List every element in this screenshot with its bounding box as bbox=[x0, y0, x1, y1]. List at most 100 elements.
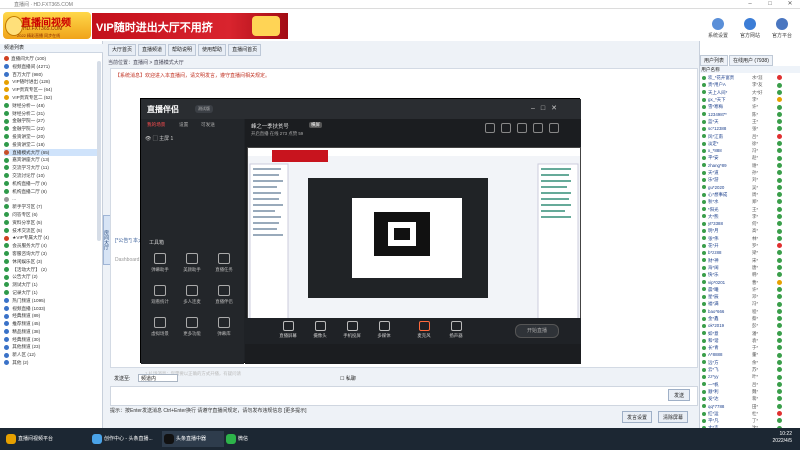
channel-item[interactable]: 视频直播间 (4271) bbox=[4, 63, 101, 71]
tool-item[interactable]: 美颜助手 bbox=[177, 253, 207, 279]
channel-item[interactable]: 精品频道 (38) bbox=[4, 328, 101, 336]
message-input[interactable] bbox=[110, 386, 698, 406]
vip-banner[interactable]: VIP随时进出大厅不用挤 bbox=[92, 13, 288, 39]
user-row[interactable]: 海*阔 唐* bbox=[700, 264, 800, 271]
settings-icon[interactable] bbox=[549, 123, 559, 133]
user-row[interactable]: 如*意 潘* bbox=[700, 329, 800, 336]
user-row[interactable]: gx_*天下 李* bbox=[700, 96, 800, 103]
user-row[interactable]: bao*666 程* bbox=[700, 308, 800, 315]
channel-item[interactable]: 热门频道 (1095) bbox=[4, 297, 101, 305]
user-row[interactable]: x_*888 冯* bbox=[700, 147, 800, 154]
share-icon[interactable] bbox=[501, 123, 511, 133]
user-row[interactable]: 平*凡 丁* bbox=[700, 417, 800, 424]
tool-item[interactable]: 直播伴侣 bbox=[209, 285, 239, 311]
user-row[interactable]: 福*满 冯* bbox=[700, 300, 800, 307]
user-row[interactable]: 贵*用户A 李*友 bbox=[700, 81, 800, 88]
tool-item[interactable]: 更多功能 bbox=[177, 317, 207, 343]
user-row[interactable]: 心*想事成 周* bbox=[700, 191, 800, 198]
media-button[interactable]: 多媒体 bbox=[371, 321, 397, 339]
screen-capture-button[interactable]: 直播屏幕 bbox=[275, 321, 301, 339]
phone-cast-button[interactable]: 手机投屏 bbox=[339, 321, 365, 339]
user-row[interactable]: 张*伟 林* bbox=[700, 235, 800, 242]
user-row[interactable]: 晨*曦 许* bbox=[700, 286, 800, 293]
user-row[interactable]: vip*0201 曹* bbox=[700, 278, 800, 285]
channel-item[interactable]: 其他频道 (23) bbox=[4, 343, 101, 351]
channel-item[interactable]: 测试大厅 (1) bbox=[4, 281, 101, 289]
tab-my-scenes[interactable]: 我的场景 bbox=[147, 122, 165, 128]
channel-item[interactable]: 新人区 (12) bbox=[4, 351, 101, 359]
channel-item[interactable]: 资料分享区 (5) bbox=[4, 219, 101, 227]
user-row[interactable]: 发*达 蒋* bbox=[700, 395, 800, 402]
private-chat-checkbox[interactable]: ☐ 私聊 bbox=[340, 375, 356, 382]
tab-hall-home[interactable]: 大厅首页 bbox=[108, 44, 137, 56]
channel-item[interactable]: 问答专区 (6) bbox=[4, 211, 101, 219]
tab-live-channel[interactable]: 直播频道 bbox=[138, 44, 167, 56]
user-row[interactable]: 远*方 余* bbox=[700, 359, 800, 366]
channel-item[interactable]: 休闲娱乐区 (3) bbox=[4, 258, 101, 266]
tool-item[interactable]: 弹幕助手 bbox=[145, 253, 175, 279]
channel-item[interactable]: VIP贵宾专区二 (52) bbox=[4, 94, 101, 102]
channel-item[interactable]: 金融学院一 (27) bbox=[4, 117, 101, 125]
user-row[interactable]: 云*飞 苏* bbox=[700, 366, 800, 373]
channel-item[interactable]: 经典频道 (30) bbox=[4, 336, 101, 344]
user-row[interactable]: b*zz88 梁* bbox=[700, 249, 800, 256]
camera-button[interactable]: 摄像头 bbox=[307, 321, 333, 339]
tool-item[interactable]: 弹幕库 bbox=[209, 317, 239, 343]
channel-item[interactable]: 直播模式大厅 (65) bbox=[4, 148, 101, 157]
taskbar-item[interactable]: 创作中心 - 头条直播... bbox=[90, 431, 166, 447]
channel-item[interactable]: 投资讲堂一 (20) bbox=[4, 133, 101, 141]
channel-item[interactable]: 【活动大厅】 (2) bbox=[4, 266, 101, 274]
speaker-button[interactable]: 扬声器 bbox=[443, 321, 469, 339]
user-row[interactable]: 快*乐 韩* bbox=[700, 271, 800, 278]
channel-item[interactable]: 视频直播 (1033) bbox=[4, 305, 101, 313]
user-row[interactable]: yt*3388 何* bbox=[700, 220, 800, 227]
channel-item[interactable]: 机构直播一厅 (9) bbox=[4, 180, 101, 188]
channel-item[interactable]: 投资讲堂二 (18) bbox=[4, 141, 101, 149]
user-row[interactable]: 红*运 杜* bbox=[700, 410, 800, 417]
scene-item[interactable]: 👁 ▢ 主屏 1 bbox=[145, 135, 173, 142]
send-target-select[interactable]: 频道内 bbox=[138, 374, 178, 382]
platform-button[interactable]: 官方平台 bbox=[768, 18, 796, 42]
user-row[interactable]: 乐*游 刘* bbox=[700, 176, 800, 183]
tool-item[interactable]: 虚拟场景 bbox=[145, 317, 175, 343]
taskbar-item[interactable]: 头条直播中器 bbox=[162, 431, 224, 447]
website-button[interactable]: 官方网站 bbox=[736, 18, 764, 42]
clear-screen-button[interactable]: 清除屏幕 bbox=[658, 411, 688, 423]
tool-item[interactable]: 观看统计 bbox=[145, 285, 175, 311]
user-row[interactable]: 花*开 罗* bbox=[700, 242, 800, 249]
send-button[interactable]: 发送 bbox=[668, 389, 690, 401]
message-icon[interactable] bbox=[517, 123, 527, 133]
channel-item[interactable]: 交流讨论厅 (10) bbox=[4, 172, 101, 180]
channel-item[interactable]: 推荐频道 (45) bbox=[4, 320, 101, 328]
channel-item[interactable]: 财经分析二 (31) bbox=[4, 110, 101, 118]
user-row[interactable]: qq*7788 田* bbox=[700, 402, 800, 409]
channel-item[interactable]: VIP随时进出 (128) bbox=[4, 78, 101, 86]
maximize-button[interactable]: □ bbox=[760, 0, 780, 9]
microphone-button[interactable]: 麦克风 bbox=[411, 321, 437, 339]
user-row[interactable]: 金*鑫 蔡* bbox=[700, 315, 800, 322]
user-row[interactable]: gu*2020 吴* bbox=[700, 183, 800, 190]
channel-item[interactable]: ... bbox=[4, 195, 101, 203]
user-row[interactable]: 秋*水 郑* bbox=[700, 198, 800, 205]
user-row[interactable]: 和*谐 袁* bbox=[700, 337, 800, 344]
taskbar-item[interactable]: 微信 bbox=[224, 431, 264, 447]
start-live-button[interactable]: 开始直播 bbox=[515, 324, 559, 338]
user-row[interactable]: 长*青 于* bbox=[700, 344, 800, 351]
user-row[interactable]: sc*12388 张* bbox=[700, 125, 800, 132]
channel-item[interactable]: 金融学院二 (22) bbox=[4, 125, 101, 133]
channel-item[interactable]: 新手学习区 (7) bbox=[4, 203, 101, 211]
user-row[interactable]: 雪*寒梅 许* bbox=[700, 103, 800, 110]
channel-item[interactable]: 记录大厅 (1) bbox=[4, 289, 101, 297]
channel-item[interactable]: ★VIP专属大厅 (4) bbox=[4, 234, 101, 242]
tool-item[interactable]: 多人连麦 bbox=[177, 285, 207, 311]
channel-item[interactable]: 客服咨询大厅 (3) bbox=[4, 250, 101, 258]
bell-icon[interactable] bbox=[533, 123, 543, 133]
tool-item[interactable]: 直播任务 bbox=[209, 253, 239, 279]
user-row[interactable]: 平*安 赵* bbox=[700, 154, 800, 161]
channel-item[interactable]: 其他 (2) bbox=[4, 359, 101, 367]
taskbar-item[interactable]: 直播间视频平台 bbox=[4, 431, 82, 447]
user-row[interactable]: 风*江南 吕* bbox=[700, 132, 800, 139]
user-row[interactable]: 星*辰 邓* bbox=[700, 293, 800, 300]
channel-item[interactable]: 嘉宾讲座大厅 (13) bbox=[4, 156, 101, 164]
user-row[interactable]: 欢_*花开富贵 水*涯 bbox=[700, 74, 800, 81]
